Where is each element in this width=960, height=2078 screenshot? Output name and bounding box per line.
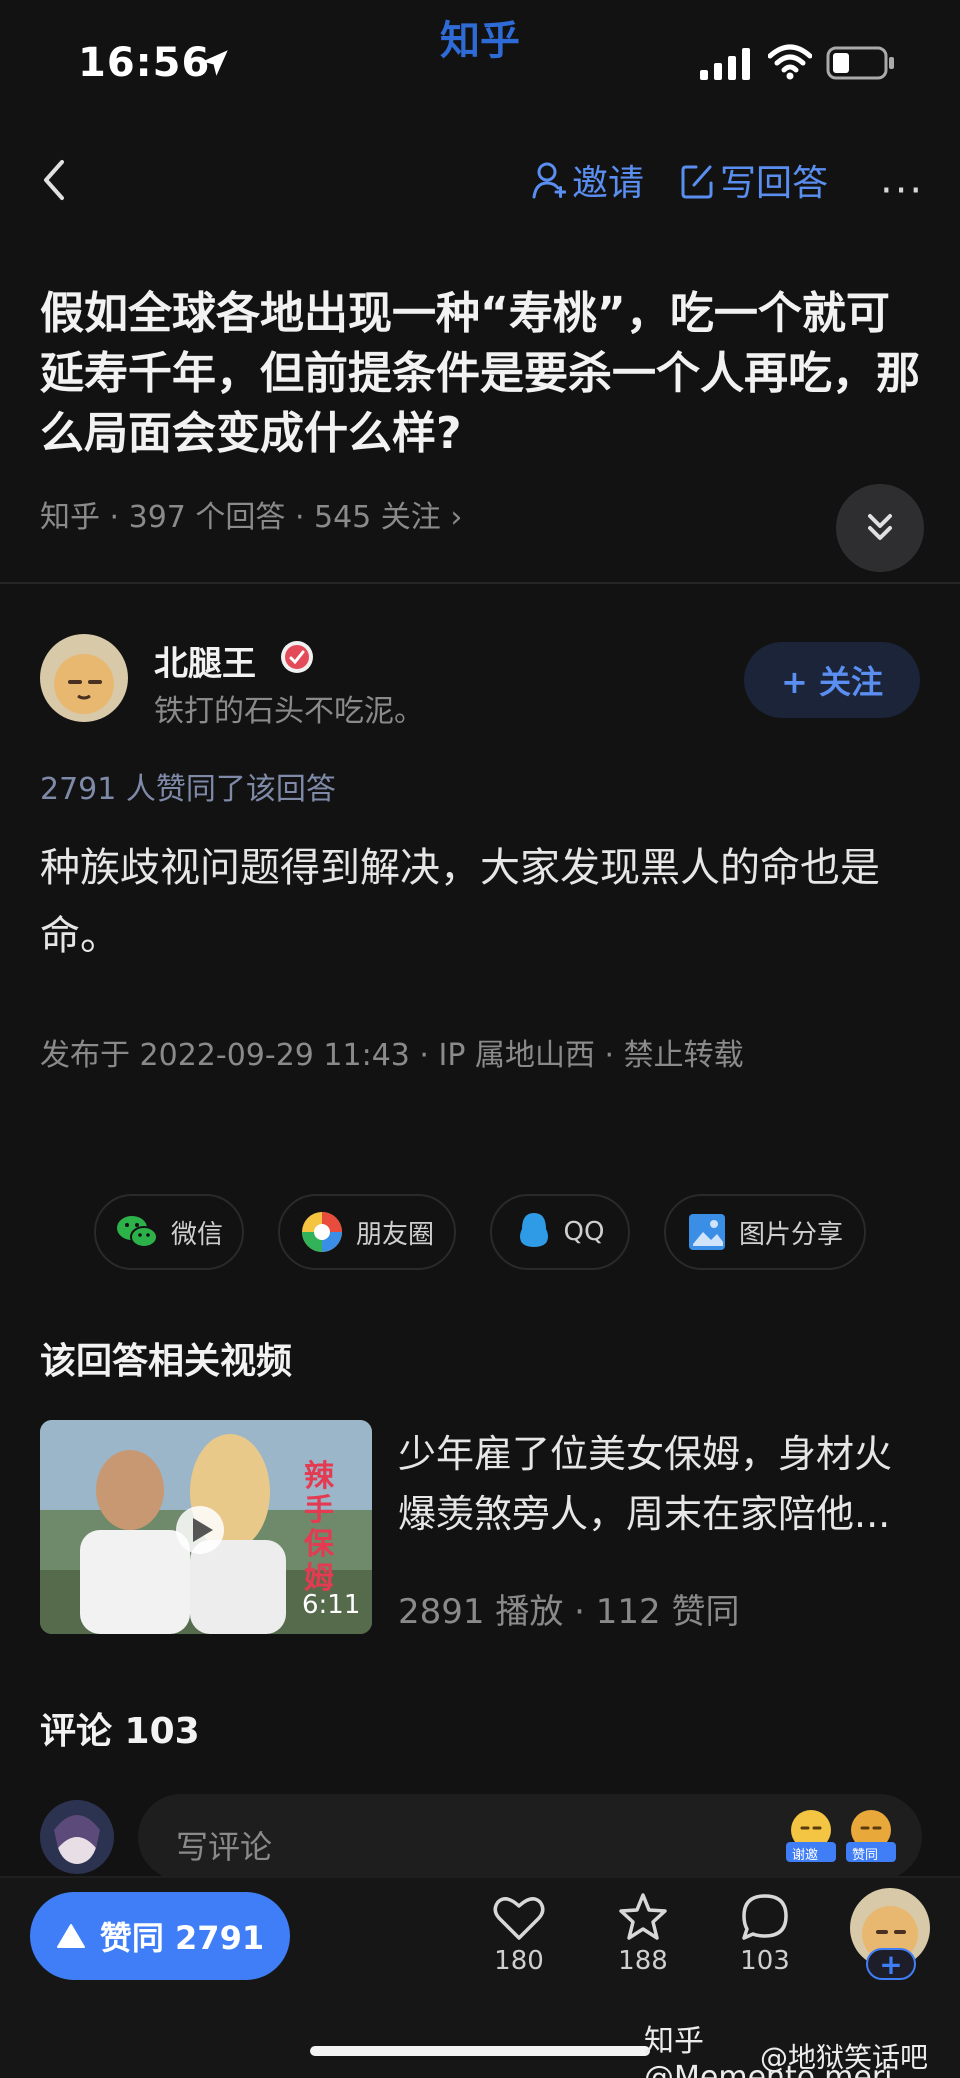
- agree-button[interactable]: 赞同 2791: [30, 1892, 290, 1980]
- share-qq-label: QQ: [563, 1217, 605, 1247]
- video-duration: 6:11: [302, 1590, 361, 1620]
- follow-plus-icon[interactable]: +: [866, 1948, 916, 1981]
- invite-person-icon: [532, 162, 566, 199]
- agree-count-text: 2791 人赞同了该回答: [40, 772, 336, 807]
- app-brand-title: 知乎: [440, 18, 520, 64]
- favorite-button[interactable]: 188: [598, 1892, 688, 1976]
- heart-icon: [493, 1897, 545, 1940]
- battery-icon: [826, 46, 894, 80]
- agree-emoji-label: 赞同: [852, 1848, 879, 1863]
- share-moments-button[interactable]: 朋友圈: [278, 1194, 456, 1270]
- write-answer-button[interactable]: 写回答: [680, 154, 828, 206]
- cellular-signal-icon: [700, 48, 750, 80]
- comment-button[interactable]: 103: [720, 1892, 810, 1976]
- share-qq-button[interactable]: QQ: [490, 1194, 630, 1270]
- answer-content: 种族歧视问题得到解决，大家发现黑人的命也是命。: [40, 845, 880, 959]
- comment-count: 103: [740, 1946, 790, 1976]
- question-title[interactable]: 假如全球各地出现一种“寿桃”，吃一个就可延寿千年，但前提条件是要杀一个人再吃，那…: [40, 284, 920, 464]
- related-videos-title: 该回答相关视频: [40, 1341, 293, 1382]
- author-avatar[interactable]: [40, 634, 128, 722]
- invite-button[interactable]: 邀请: [532, 154, 644, 206]
- video-meta: 2891 播放 · 112 赞同: [398, 1592, 740, 1632]
- watermark-tieba: @地狱笑话吧: [760, 2041, 929, 2074]
- qq-penguin-icon: [519, 1213, 548, 1247]
- moments-aperture-icon: [301, 1212, 342, 1252]
- verified-badge-icon: [281, 641, 313, 673]
- thanks-emoji-icon[interactable]: 谢邀: [782, 1806, 840, 1864]
- share-moments-label: 朋友圈: [355, 1219, 434, 1250]
- video-overlay-title: 辣手保姆: [304, 1459, 334, 1596]
- write-answer-label: 写回答: [720, 163, 829, 204]
- wifi-icon: [768, 44, 812, 80]
- double-chevron-down-icon: [868, 514, 892, 540]
- author-bio: 铁打的石头不吃泥。: [154, 694, 424, 729]
- publish-info: 发布于 2022-09-29 11:43 · IP 属地山西 · 禁止转载: [40, 1038, 744, 1073]
- star-icon: [619, 1893, 667, 1940]
- video-title[interactable]: 少年雇了位美女保姆，身材火爆羡煞旁人，周末在家陪他...: [398, 1424, 928, 1544]
- author-name[interactable]: 北腿王: [154, 636, 256, 685]
- comments-title: 评论 103: [40, 1711, 200, 1752]
- back-arrow-icon[interactable]: [36, 154, 72, 206]
- home-indicator: [310, 2046, 650, 2056]
- share-wechat-label: 微信: [170, 1219, 223, 1250]
- edit-icon: [681, 165, 713, 199]
- agree-label: 赞同 2791: [99, 1919, 265, 1957]
- triangle-up-icon: [56, 1924, 85, 1948]
- question-meta[interactable]: 知乎 · 397 个回答 · 545 关注 ›: [40, 492, 462, 536]
- video-thumbnail[interactable]: 辣手保姆 6:11: [40, 1420, 372, 1634]
- like-count: 180: [494, 1946, 544, 1976]
- share-wechat-button[interactable]: 微信: [94, 1194, 244, 1270]
- invite-label: 邀请: [572, 163, 645, 204]
- section-divider: [0, 582, 960, 584]
- comment-placeholder: 写评论: [176, 1828, 273, 1866]
- image-share-icon: [688, 1214, 725, 1250]
- favorite-count: 188: [618, 1946, 668, 1976]
- wechat-icon: [116, 1216, 158, 1248]
- share-image-label: 图片分享: [738, 1219, 843, 1250]
- current-user-avatar: [40, 1800, 114, 1874]
- share-image-button[interactable]: 图片分享: [664, 1194, 866, 1270]
- follow-button[interactable]: + 关注: [744, 642, 920, 718]
- more-options-icon[interactable]: ···: [880, 168, 924, 214]
- collapse-button[interactable]: [836, 484, 924, 572]
- thanks-emoji-label: 谢邀: [792, 1848, 819, 1863]
- agree-emoji-icon[interactable]: 赞同: [842, 1806, 900, 1864]
- comment-bubble-icon: [742, 1894, 788, 1940]
- like-button[interactable]: 180: [474, 1892, 564, 1976]
